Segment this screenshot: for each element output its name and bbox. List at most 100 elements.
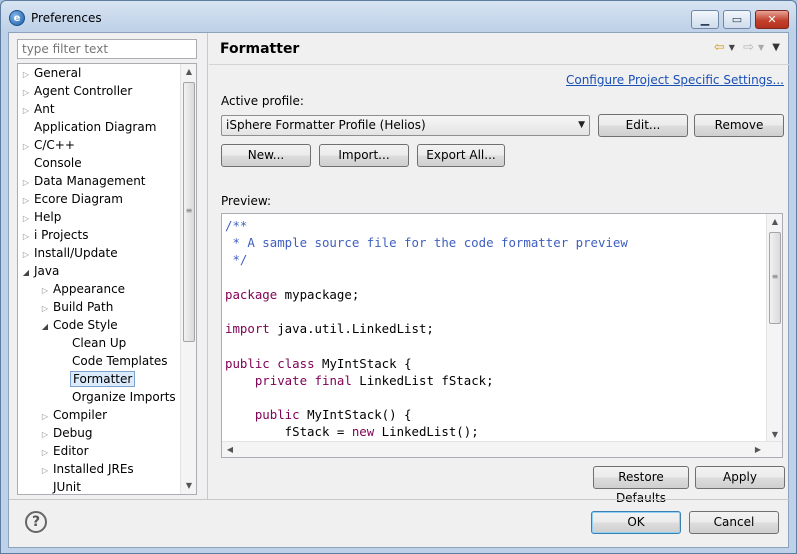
navigation-toolbar: ⇦ ▼ ⇨ ▼ ▼ xyxy=(710,40,780,55)
pane-sash[interactable] xyxy=(207,33,208,499)
back-history-dropdown-icon[interactable]: ▼ xyxy=(729,43,735,52)
scroll-up-icon[interactable]: ▲ xyxy=(767,214,782,230)
tree-item[interactable]: ▷ Agent Controller xyxy=(20,82,134,100)
tree-vertical-scrollbar[interactable]: ▲ ≡ ▼ xyxy=(180,64,196,494)
tree-item[interactable]: Application Diagram xyxy=(20,118,158,136)
tree-item[interactable]: ▷ Data Management xyxy=(20,172,148,190)
tree-item-label: Agent Controller xyxy=(34,84,133,98)
scroll-thumb[interactable]: ≡ xyxy=(769,232,781,324)
new-profile-button[interactable]: New... xyxy=(221,144,311,167)
tree-item-label: Data Management xyxy=(34,174,146,188)
preference-tree[interactable]: ▷ General ▷ Agent Controller ▷ Ant Application… xyxy=(17,63,197,495)
tree-item[interactable]: ▷ Install/Update xyxy=(20,244,120,262)
tree-item[interactable]: Console xyxy=(20,154,84,172)
scroll-down-icon[interactable]: ▼ xyxy=(181,478,196,494)
close-icon: ✕ xyxy=(767,13,777,26)
tree-item[interactable]: ▷ Compiler xyxy=(39,406,109,424)
footer-divider xyxy=(9,499,790,500)
active-profile-value: iSphere Formatter Profile (Helios) xyxy=(226,118,426,132)
title-bar[interactable]: e Preferences ▁ ▭ ✕ xyxy=(1,1,796,35)
tree-item[interactable]: ▷ Debug xyxy=(39,424,94,442)
tree-item[interactable]: JUnit xyxy=(39,478,83,494)
eclipse-app-icon: e xyxy=(9,10,25,26)
back-arrow-icon[interactable]: ⇦ xyxy=(714,40,725,55)
tree-item-label: Installed JREs xyxy=(53,462,134,476)
apply-button[interactable]: Apply xyxy=(695,466,785,489)
scroll-right-icon[interactable]: ▶ xyxy=(750,442,766,457)
restore-defaults-button[interactable]: Restore Defaults xyxy=(593,466,689,505)
scroll-thumb[interactable]: ≡ xyxy=(183,82,195,342)
collapse-triangle-icon[interactable]: ◢ xyxy=(20,264,32,282)
code-line: */ xyxy=(225,252,248,268)
filter-input[interactable] xyxy=(17,39,197,59)
view-menu-icon[interactable]: ▼ xyxy=(772,42,780,53)
tree-item[interactable]: ▷ Ant xyxy=(20,100,57,118)
tree-item[interactable]: ▷ Appearance xyxy=(39,280,127,298)
close-button[interactable]: ✕ xyxy=(755,10,789,29)
forward-arrow-icon[interactable]: ⇨ xyxy=(743,40,754,55)
tree-item-label: Appearance xyxy=(53,282,126,296)
forward-history-dropdown-icon[interactable]: ▼ xyxy=(758,43,764,52)
import-profile-button[interactable]: Import... xyxy=(319,144,409,167)
tree-item[interactable]: ▷ Help xyxy=(20,208,63,226)
ok-button[interactable]: OK xyxy=(591,511,681,534)
code-line: /** xyxy=(225,218,248,233)
page-header: Formatter ⇦ ▼ ⇨ ▼ ▼ xyxy=(209,33,790,65)
collapse-triangle-icon[interactable]: ◢ xyxy=(39,318,51,336)
export-all-button[interactable]: Export All... xyxy=(417,144,505,167)
tree-item[interactable]: Code Templates xyxy=(58,352,170,370)
tree-item[interactable]: ▷ C/C++ xyxy=(20,136,77,154)
help-icon[interactable]: ? xyxy=(25,511,47,533)
preview-label: Preview: xyxy=(221,194,272,208)
dialog-client-area: ▷General▷Agent Controller▷Ant Application… xyxy=(8,32,790,548)
tree-item-label: Install/Update xyxy=(34,246,118,260)
preview-code: /** * A sample source file for the code … xyxy=(225,217,628,440)
tree-item-label: Application Diagram xyxy=(34,120,157,134)
maximize-icon: ▭ xyxy=(731,13,743,26)
preview-vertical-scrollbar[interactable]: ▲ ≡ ▼ xyxy=(766,214,782,443)
active-profile-label: Active profile: xyxy=(221,94,304,108)
tree-item[interactable]: ◢ Code Style xyxy=(39,316,120,334)
tree-item-label: Build Path xyxy=(53,300,114,314)
code-line: public MyIntStack() { xyxy=(254,407,412,423)
preview-horizontal-scrollbar[interactable]: ◀ ▶ xyxy=(222,441,782,457)
project-specific-settings-link[interactable]: Configure Project Specific Settings... xyxy=(566,73,784,87)
tree-item[interactable]: ▷ General xyxy=(20,64,83,82)
cancel-button[interactable]: Cancel xyxy=(689,511,779,534)
tree-item[interactable]: ▷ Ecore Diagram xyxy=(20,190,125,208)
window-title: Preferences xyxy=(31,11,102,25)
tree-item-label: Code Templates xyxy=(72,354,168,368)
tree-item-label: General xyxy=(34,66,82,80)
tree-item-label: Ant xyxy=(34,102,55,116)
tree-item-label: Code Style xyxy=(53,318,118,332)
tree-item-label: C/C++ xyxy=(34,138,75,152)
tree-item[interactable]: ▷ Build Path xyxy=(39,298,115,316)
tree-item[interactable]: Clean Up xyxy=(58,334,128,352)
tree-item-label: Formatter xyxy=(70,371,136,387)
tree-item-label: JUnit xyxy=(53,480,81,494)
code-line: fStack = new LinkedList(); xyxy=(225,424,479,440)
tree-item[interactable]: ▷ Editor xyxy=(39,442,91,460)
tree-item-label: Java xyxy=(34,264,60,278)
tree-item[interactable]: ◢ Java xyxy=(20,262,61,280)
tree-item[interactable]: ▷ Installed JREs xyxy=(39,460,136,478)
scroll-left-icon[interactable]: ◀ xyxy=(222,442,238,457)
code-line: public class MyIntStack { xyxy=(225,355,412,371)
edit-button[interactable]: Edit... xyxy=(598,114,688,137)
code-line: import java.util.LinkedList; xyxy=(225,321,434,337)
minimize-button[interactable]: ▁ xyxy=(691,10,719,29)
code-preview[interactable]: /** * A sample source file for the code … xyxy=(221,213,783,458)
tree-item-label: Clean Up xyxy=(72,336,127,350)
remove-button[interactable]: Remove xyxy=(694,114,784,137)
tree-item[interactable]: Formatter xyxy=(58,370,136,388)
tree-item[interactable]: ▷ i Projects xyxy=(20,226,90,244)
scroll-up-icon[interactable]: ▲ xyxy=(181,64,196,80)
tree-item[interactable]: Organize Imports xyxy=(58,388,178,406)
maximize-button[interactable]: ▭ xyxy=(723,10,751,29)
active-profile-select[interactable]: iSphere Formatter Profile (Helios) ▼ xyxy=(221,115,590,136)
page-title: Formatter xyxy=(220,41,300,57)
tree-item-label: Compiler xyxy=(53,408,108,422)
